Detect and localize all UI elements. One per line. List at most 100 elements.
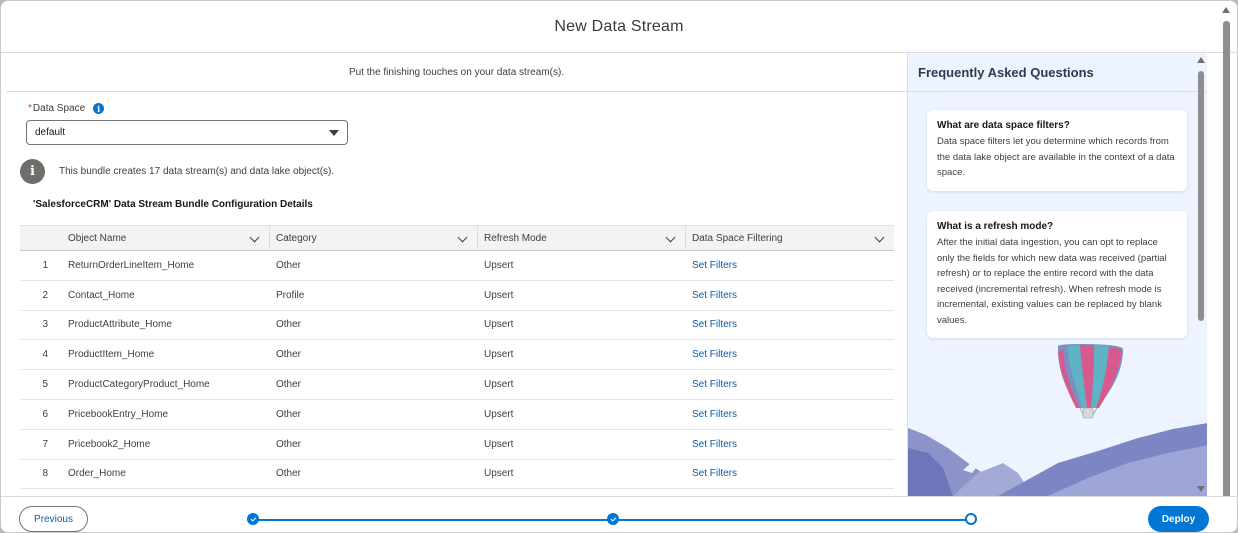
set-filters-link[interactable]: Set Filters — [686, 319, 894, 330]
object-name-cell: Contact_Home — [68, 289, 135, 301]
table-row: 2 Contact_Home Profile Upsert Set Filters — [20, 281, 894, 311]
table-header: Object Name Category Refresh Mode Data S… — [20, 225, 894, 251]
set-filters-link[interactable]: Set Filters — [686, 409, 894, 420]
column-header-data-space-filtering[interactable]: Data Space Filtering — [686, 226, 894, 250]
refresh-mode-cell: Upsert — [484, 379, 514, 391]
modal-header: New Data Stream — [1, 1, 1237, 53]
balloon-icon — [1058, 344, 1123, 419]
deploy-button[interactable]: Deploy — [1148, 506, 1209, 532]
table-row: 1 ReturnOrderLineItem_Home Other Upsert Set … — [20, 251, 894, 281]
scroll-up-icon[interactable] — [1197, 57, 1205, 63]
row-number-header — [20, 226, 62, 250]
row-number: 6 — [42, 408, 48, 420]
faq-answer: Data space filters let you determine whi… — [937, 136, 1175, 178]
set-filters-link[interactable]: Set Filters — [686, 260, 894, 271]
refresh-mode-cell: Upsert — [484, 468, 514, 480]
set-filters-link[interactable]: Set Filters — [686, 468, 894, 479]
required-mark: * — [28, 103, 32, 114]
step-2-complete-icon[interactable] — [607, 513, 619, 525]
chevron-down-icon[interactable] — [874, 232, 885, 243]
modal-footer: Previous Deploy — [1, 496, 1237, 532]
table-row: 3 ProductAttribute_Home Other Upsert Set Fil… — [20, 311, 894, 341]
object-name-cell: Order_Home — [68, 468, 126, 480]
faq-panel: Frequently Asked Questions What are data… — [907, 53, 1207, 496]
faq-card-refresh-mode: What is a refresh mode? After the initia… — [927, 211, 1187, 338]
category-cell: Other — [276, 408, 302, 420]
new-data-stream-modal: New Data Stream Put the finishing touche… — [0, 0, 1238, 533]
modal-body: Put the finishing touches on your data s… — [6, 53, 1220, 496]
category-cell: Other — [276, 438, 302, 450]
data-space-label-text: Data Space — [32, 103, 86, 114]
object-name-cell: Pricebook2_Home — [68, 438, 151, 450]
column-header-category[interactable]: Category — [270, 226, 478, 250]
row-number: 7 — [42, 438, 48, 450]
faq-answer: After the initial data ingestion, you ca… — [937, 237, 1167, 326]
category-cell: Profile — [276, 289, 305, 301]
row-number: 3 — [42, 319, 48, 331]
refresh-mode-cell: Upsert — [484, 408, 514, 420]
modal-scrollbar[interactable] — [1221, 7, 1233, 527]
faq-question: What is a refresh mode? — [937, 221, 1054, 232]
previous-button[interactable]: Previous — [19, 506, 88, 532]
category-cell: Other — [276, 379, 302, 391]
set-filters-link[interactable]: Set Filters — [686, 379, 894, 390]
category-cell: Other — [276, 349, 302, 361]
faq-question: What are data space filters? — [937, 120, 1070, 131]
chevron-down-icon[interactable] — [665, 232, 676, 243]
column-header-object-name[interactable]: Object Name — [62, 226, 270, 250]
table-row: 8 Order_Home Other Upsert Set Filters — [20, 460, 894, 490]
table-body: 1 ReturnOrderLineItem_Home Other Upsert Set … — [20, 251, 894, 490]
table-row: 7 Pricebook2_Home Other Upsert Set Filters — [20, 430, 894, 460]
row-number: 2 — [42, 289, 48, 301]
bundle-notice-text: This bundle creates 17 data stream(s) an… — [59, 166, 335, 177]
set-filters-link[interactable]: Set Filters — [686, 290, 894, 301]
object-name-cell: ReturnOrderLineItem_Home — [68, 259, 195, 271]
object-name-cell: PricebookEntry_Home — [68, 408, 169, 420]
step-subtitle: Put the finishing touches on your data s… — [6, 53, 907, 92]
row-number: 5 — [42, 379, 48, 391]
refresh-mode-cell: Upsert — [484, 319, 514, 331]
modal-title: New Data Stream — [554, 17, 684, 35]
table-row: 4 ProductItem_Home Other Upsert Set Filters — [20, 340, 894, 371]
chevron-down-icon[interactable] — [249, 232, 260, 243]
faq-title: Frequently Asked Questions — [908, 53, 1207, 92]
info-circle-icon: i — [20, 159, 45, 184]
faq-card-data-space-filters: What are data space filters? Data space … — [927, 110, 1187, 191]
object-name-cell: ProductAttribute_Home — [68, 319, 172, 331]
column-header-refresh-mode[interactable]: Refresh Mode — [478, 226, 686, 250]
bundle-config-title: 'SalesforceCRM' Data Stream Bundle Confi… — [33, 199, 313, 210]
refresh-mode-cell: Upsert — [484, 438, 514, 450]
category-cell: Other — [276, 259, 302, 271]
data-space-select[interactable]: default — [26, 120, 348, 145]
refresh-mode-cell: Upsert — [484, 349, 514, 361]
info-icon[interactable]: i — [93, 103, 105, 114]
step-3-current-icon[interactable] — [965, 513, 977, 525]
table-row: 5 ProductCategoryProduct_Home Other Upsert S… — [20, 370, 894, 400]
object-name-cell: ProductCategoryProduct_Home — [68, 379, 210, 391]
step-1-complete-icon[interactable] — [247, 513, 259, 525]
bundle-notice: i This bundle creates 17 data stream(s) … — [20, 159, 334, 184]
set-filters-link[interactable]: Set Filters — [686, 349, 894, 360]
row-number: 1 — [42, 259, 48, 271]
main-panel: Put the finishing touches on your data s… — [6, 53, 907, 496]
progress-indicator — [247, 513, 979, 525]
row-number: 8 — [42, 468, 48, 480]
faq-scrollbar[interactable] — [1195, 53, 1207, 496]
object-name-cell: ProductItem_Home — [68, 349, 155, 361]
chevron-down-icon[interactable] — [457, 232, 468, 243]
set-filters-link[interactable]: Set Filters — [686, 439, 894, 450]
table-row: 6 PricebookEntry_Home Other Upsert Set Filte… — [20, 400, 894, 430]
data-space-label: * Data Space i — [28, 103, 105, 114]
mountains-icon — [908, 423, 1207, 496]
step-subtitle-text: Put the finishing touches on your data s… — [348, 66, 565, 78]
scroll-thumb[interactable] — [1198, 71, 1204, 321]
refresh-mode-cell: Upsert — [484, 259, 514, 271]
scroll-thumb[interactable] — [1223, 21, 1230, 511]
refresh-mode-cell: Upsert — [484, 289, 514, 301]
scroll-up-icon[interactable] — [1222, 7, 1230, 13]
data-stream-table: Object Name Category Refresh Mode Data S… — [20, 225, 894, 490]
data-space-value: default — [35, 127, 66, 138]
row-number: 4 — [42, 349, 48, 361]
scroll-down-icon[interactable] — [1197, 486, 1205, 492]
category-cell: Other — [276, 319, 302, 331]
